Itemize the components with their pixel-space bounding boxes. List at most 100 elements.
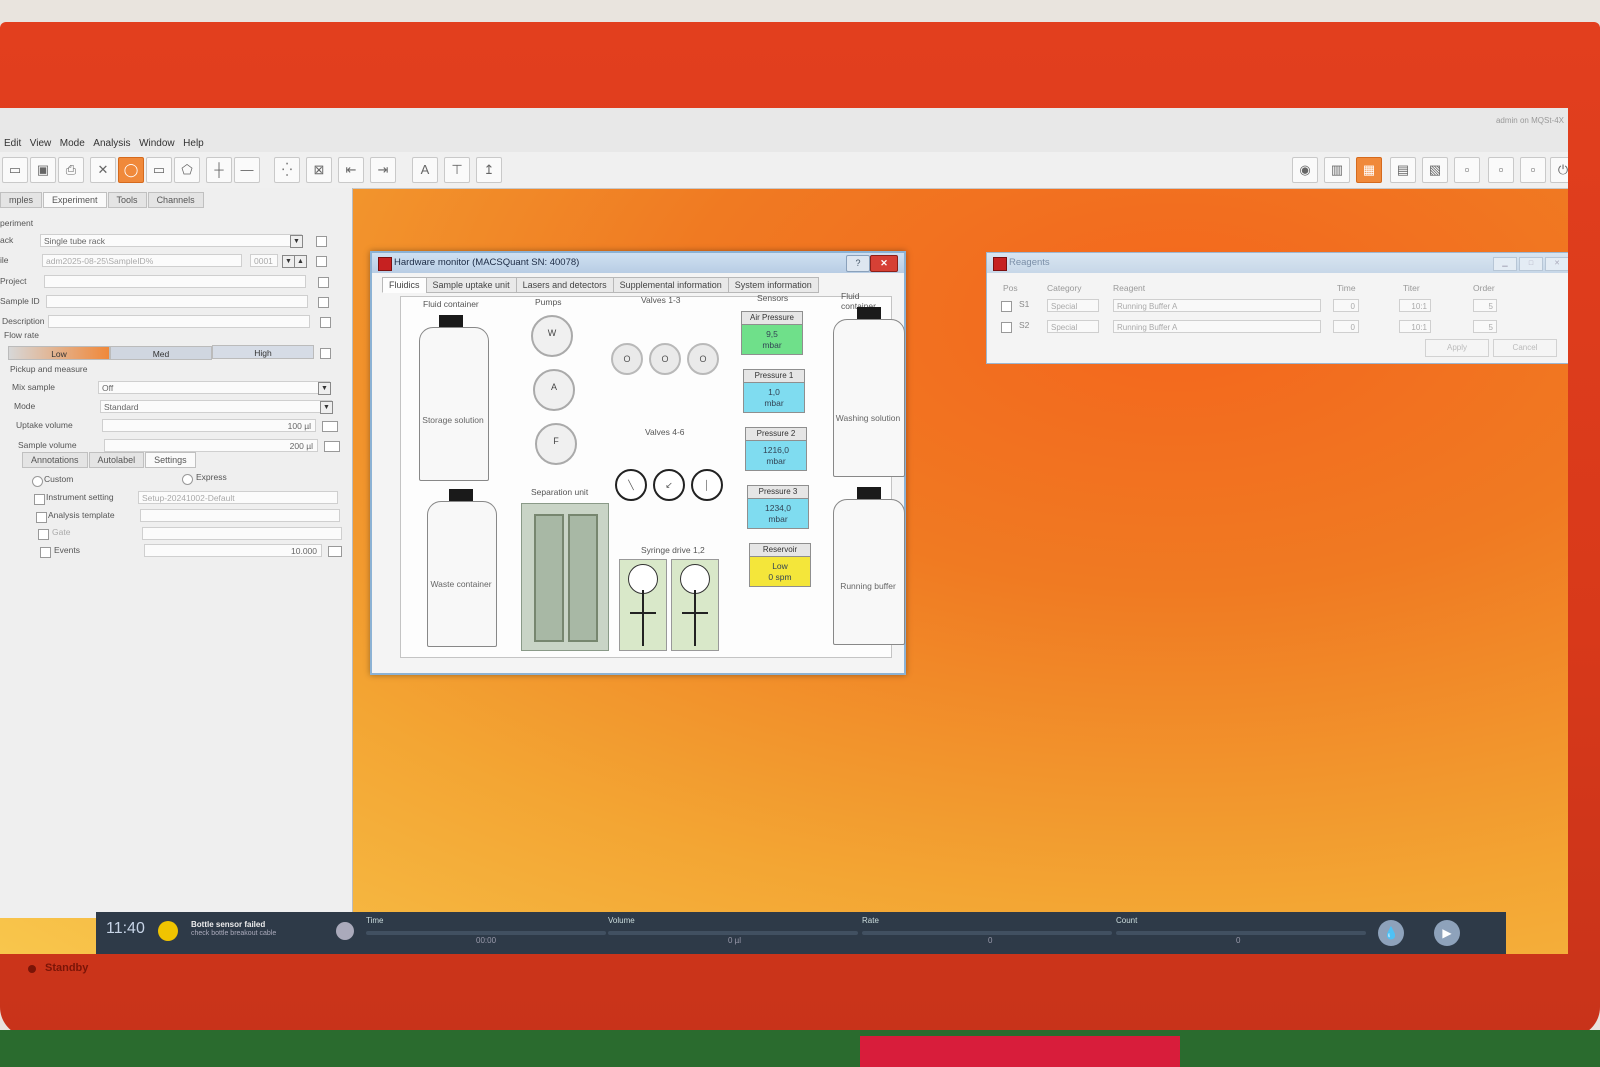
row-s2-titer[interactable]: 10:1 bbox=[1399, 320, 1431, 333]
power-icon[interactable]: ⏻ bbox=[1550, 157, 1568, 183]
instrument-field[interactable]: Setup-20241002-Default bbox=[138, 491, 338, 504]
flow-high-button[interactable]: High bbox=[212, 345, 314, 359]
counter-up-icon[interactable]: ▲ bbox=[294, 255, 307, 268]
row-s2-reagent[interactable]: Running Buffer A bbox=[1113, 320, 1321, 333]
tab-channels[interactable]: Channels bbox=[147, 192, 204, 208]
valve-6-icon[interactable]: │ bbox=[691, 469, 723, 501]
tab-experiment[interactable]: Experiment bbox=[43, 192, 107, 208]
gate-field[interactable] bbox=[142, 527, 342, 540]
stop-icon[interactable] bbox=[336, 922, 354, 940]
menu-edit[interactable]: Edit bbox=[4, 138, 21, 149]
tab-annotations[interactable]: Annotations bbox=[22, 452, 88, 468]
rack-view-icon[interactable]: ▥ bbox=[1324, 157, 1350, 183]
hardware-monitor-titlebar[interactable]: Hardware monitor (MACSQuant SN: 40078) ?… bbox=[372, 253, 904, 273]
instrument-checkbox[interactable] bbox=[34, 494, 45, 505]
delete-icon[interactable]: ✕ bbox=[90, 157, 116, 183]
flow-checkbox[interactable] bbox=[320, 348, 331, 359]
tool-icon[interactable]: ▫ bbox=[1454, 157, 1480, 183]
tab-system-information[interactable]: System information bbox=[727, 277, 819, 293]
analysis-checkbox[interactable] bbox=[36, 512, 47, 523]
chevron-down-icon[interactable]: ▼ bbox=[290, 235, 303, 248]
events-checkbox[interactable] bbox=[40, 547, 51, 558]
valve-1-icon[interactable]: O bbox=[611, 343, 643, 375]
table-view-icon[interactable]: ▤ bbox=[1390, 157, 1416, 183]
row-s1-order[interactable]: 5 bbox=[1473, 299, 1497, 312]
sample-volume-button[interactable] bbox=[324, 441, 340, 452]
uptake-button[interactable] bbox=[322, 421, 338, 432]
row-s1-time[interactable]: 0 bbox=[1333, 299, 1359, 312]
row-s1-checkbox[interactable] bbox=[1001, 301, 1012, 312]
sample-volume-input[interactable]: 200 µl bbox=[104, 439, 318, 452]
flow-low-button[interactable]: Low bbox=[8, 346, 110, 360]
export-icon[interactable]: ⇥ bbox=[370, 157, 396, 183]
file-checkbox[interactable] bbox=[316, 256, 327, 267]
new-icon[interactable]: ▭ bbox=[2, 157, 28, 183]
interval-gate-icon[interactable]: — bbox=[234, 157, 260, 183]
help-button[interactable]: ? bbox=[846, 255, 870, 272]
close-button[interactable]: ✕ bbox=[870, 255, 898, 272]
import-icon[interactable]: ⇤ bbox=[338, 157, 364, 183]
remove-plot-icon[interactable]: ⊠ bbox=[306, 157, 332, 183]
arrow-tool-icon[interactable]: ↥ bbox=[476, 157, 502, 183]
tab-autolabel[interactable]: Autolabel bbox=[88, 452, 145, 468]
mix-chevron-down-icon[interactable]: ▼ bbox=[318, 382, 331, 395]
tab-settings[interactable]: Settings bbox=[145, 452, 196, 468]
ellipse-gate-icon[interactable]: ◯ bbox=[118, 157, 144, 183]
valve-2-icon[interactable]: O bbox=[649, 343, 681, 375]
express-radio[interactable] bbox=[182, 474, 193, 485]
tab-samples[interactable]: mples bbox=[0, 192, 43, 208]
reagents-titlebar[interactable]: Reagents ▁ □ ✕ bbox=[987, 253, 1568, 273]
tab-lasers-detectors[interactable]: Lasers and detectors bbox=[515, 277, 614, 293]
tab-sample-uptake[interactable]: Sample uptake unit bbox=[425, 277, 517, 293]
row-s2-order[interactable]: 5 bbox=[1473, 320, 1497, 333]
mode-select[interactable]: Standard bbox=[100, 400, 332, 413]
row-s2-checkbox[interactable] bbox=[1001, 322, 1012, 333]
menu-analysis[interactable]: Analysis bbox=[93, 138, 130, 149]
row-s2-category[interactable]: Special bbox=[1047, 320, 1099, 333]
events-input[interactable]: 10.000 bbox=[144, 544, 322, 557]
rack-select[interactable]: Single tube rack bbox=[40, 234, 302, 247]
grid-view-icon[interactable]: ▦ bbox=[1356, 157, 1382, 183]
file-counter[interactable]: 0001 bbox=[250, 254, 278, 267]
express-mode-icon[interactable]: ▫ bbox=[1488, 157, 1514, 183]
project-input[interactable] bbox=[44, 275, 306, 288]
cancel-button[interactable]: Cancel bbox=[1493, 339, 1557, 357]
events-button[interactable] bbox=[328, 546, 342, 557]
dot-plot-icon[interactable]: ⁛ bbox=[274, 157, 300, 183]
project-checkbox[interactable] bbox=[318, 277, 329, 288]
valve-4-icon[interactable]: ╲ bbox=[615, 469, 647, 501]
play-icon[interactable]: ▶ bbox=[1434, 920, 1460, 946]
apply-button[interactable]: Apply bbox=[1425, 339, 1489, 357]
uptake-input[interactable]: 100 µl bbox=[102, 419, 316, 432]
tube-view-icon[interactable]: ◉ bbox=[1292, 157, 1318, 183]
mode-chevron-down-icon[interactable]: ▼ bbox=[320, 401, 333, 414]
pump-f-icon[interactable]: F bbox=[535, 423, 577, 465]
pump-a-icon[interactable]: A bbox=[533, 369, 575, 411]
rectangle-gate-icon[interactable]: ▭ bbox=[146, 157, 172, 183]
rack-checkbox[interactable] bbox=[316, 236, 327, 247]
tab-supplemental[interactable]: Supplemental information bbox=[612, 277, 729, 293]
row-s1-titer[interactable]: 10:1 bbox=[1399, 299, 1431, 312]
pump-w-icon[interactable]: W bbox=[531, 315, 573, 357]
save-icon[interactable]: ▣ bbox=[30, 157, 56, 183]
row-s2-time[interactable]: 0 bbox=[1333, 320, 1359, 333]
mix-select[interactable]: Off bbox=[98, 381, 330, 394]
menu-window[interactable]: Window bbox=[139, 138, 175, 149]
custom-radio[interactable] bbox=[32, 476, 43, 487]
flow-med-button[interactable]: Med bbox=[110, 346, 212, 360]
row-s1-category[interactable]: Special bbox=[1047, 299, 1099, 312]
droplet-icon[interactable]: 💧 bbox=[1378, 920, 1404, 946]
description-input[interactable] bbox=[48, 315, 310, 328]
menu-mode[interactable]: Mode bbox=[60, 138, 85, 149]
tab-fluidics[interactable]: Fluidics bbox=[382, 277, 427, 293]
row-s1-reagent[interactable]: Running Buffer A bbox=[1113, 299, 1321, 312]
logout-icon[interactable]: ▫ bbox=[1520, 157, 1546, 183]
close-icon[interactable]: ✕ bbox=[1545, 257, 1568, 271]
marker-icon[interactable]: ⊤ bbox=[444, 157, 470, 183]
maximize-icon[interactable]: □ bbox=[1519, 257, 1543, 271]
minimize-icon[interactable]: ▁ bbox=[1493, 257, 1517, 271]
menu-help[interactable]: Help bbox=[183, 138, 204, 149]
analysis-field[interactable] bbox=[140, 509, 340, 522]
print-icon[interactable]: ⎙ bbox=[58, 157, 84, 183]
sample-id-checkbox[interactable] bbox=[318, 297, 329, 308]
